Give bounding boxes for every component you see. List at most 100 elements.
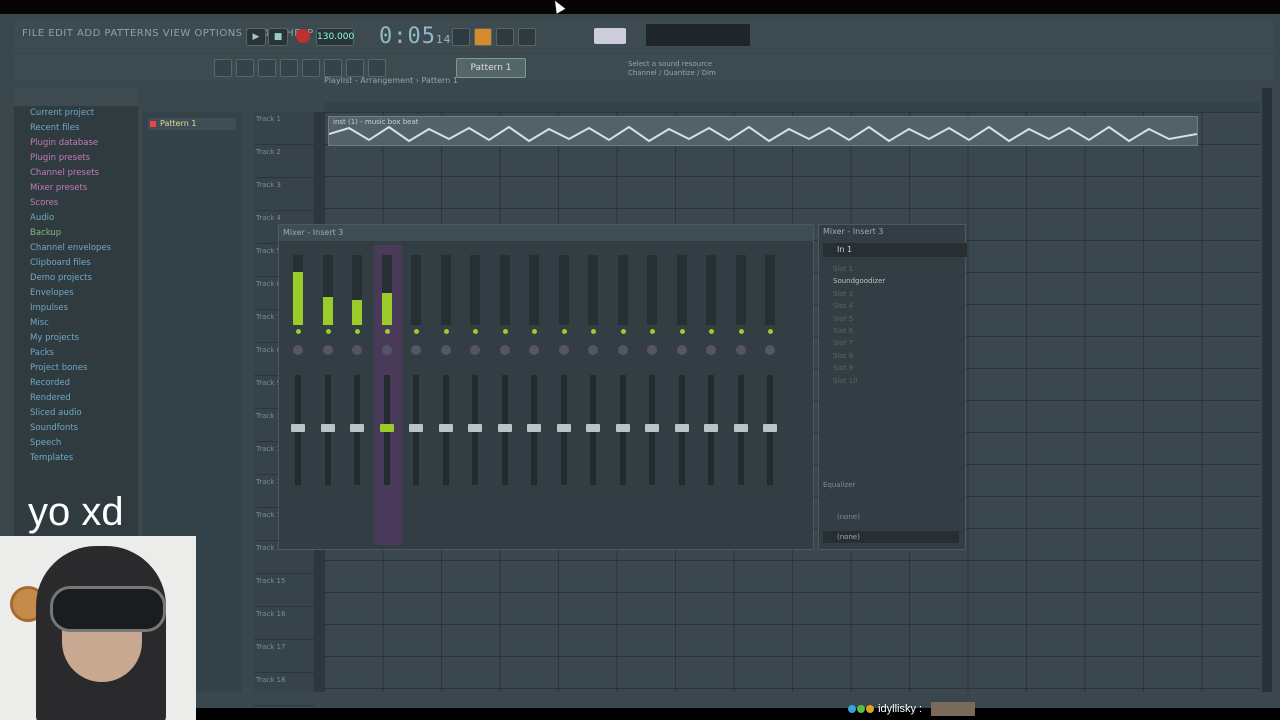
channel-rack-icon[interactable] <box>280 59 298 77</box>
effect-slot[interactable]: Slot 10 <box>823 375 959 387</box>
track-header[interactable]: Track 2 <box>254 145 314 178</box>
mixer-strip[interactable] <box>315 245 343 545</box>
strip-enable-led[interactable] <box>768 329 773 334</box>
pan-knob[interactable] <box>588 345 598 355</box>
record-button[interactable] <box>296 29 310 43</box>
mixer-strip[interactable] <box>551 245 579 545</box>
mixer-strip[interactable] <box>669 245 697 545</box>
plugin-picker-icon[interactable] <box>346 59 364 77</box>
channel-rack-pattern[interactable]: Pattern 1 <box>148 118 236 130</box>
effect-slot[interactable]: Slot 6 <box>823 325 959 337</box>
strip-enable-led[interactable] <box>650 329 655 334</box>
pan-knob[interactable] <box>411 345 421 355</box>
browser-item[interactable]: Rendered <box>14 391 138 406</box>
output-label[interactable]: (none) <box>837 513 860 521</box>
pan-knob[interactable] <box>470 345 480 355</box>
strip-enable-led[interactable] <box>473 329 478 334</box>
browser-item[interactable]: Channel envelopes <box>14 241 138 256</box>
strip-enable-led[interactable] <box>679 329 685 334</box>
browser-item[interactable]: Mixer presets <box>14 181 138 196</box>
volume-fader-knob[interactable] <box>674 424 689 432</box>
piano-roll-icon[interactable] <box>258 59 276 77</box>
track-header[interactable]: Track 17 <box>254 640 314 673</box>
effect-slot[interactable]: Soundgoodizer <box>823 275 959 287</box>
effect-slot[interactable]: Slot 1 <box>823 263 959 275</box>
track-header[interactable]: Track 18 <box>254 673 314 706</box>
track-header[interactable]: Track 3 <box>254 178 314 211</box>
mixer-strip[interactable] <box>344 245 372 545</box>
timeline-ruler[interactable] <box>324 102 1260 112</box>
pan-knob[interactable] <box>293 345 303 355</box>
pan-knob[interactable] <box>676 345 687 355</box>
effect-slot[interactable]: Slot 5 <box>823 313 959 325</box>
strip-enable-led[interactable] <box>296 329 301 334</box>
volume-fader-knob[interactable] <box>556 424 571 432</box>
pan-knob[interactable] <box>558 345 569 355</box>
pan-knob[interactable] <box>529 345 539 355</box>
browser-item[interactable]: My projects <box>14 331 138 346</box>
browser-item[interactable]: Audio <box>14 211 138 226</box>
browser-item[interactable]: Impulses <box>14 301 138 316</box>
track-header[interactable]: Track 15 <box>254 574 314 607</box>
effect-slot[interactable]: Slot 3 <box>823 288 959 300</box>
browser-item[interactable]: Project bones <box>14 361 138 376</box>
pan-knob[interactable] <box>499 345 510 355</box>
playlist-icon[interactable] <box>236 59 254 77</box>
browser-item[interactable]: Recent files <box>14 121 138 136</box>
input-selector[interactable]: In 1 <box>823 243 967 257</box>
snap-icon[interactable] <box>214 59 232 77</box>
effect-slot[interactable]: Slot 9 <box>823 362 959 374</box>
pan-knob[interactable] <box>706 345 716 355</box>
volume-fader-knob[interactable] <box>704 424 718 432</box>
strip-enable-led[interactable] <box>620 329 626 334</box>
pan-knob[interactable] <box>440 345 451 355</box>
volume-fader-knob[interactable] <box>586 424 600 432</box>
pan-knob[interactable] <box>322 345 333 355</box>
strip-enable-led[interactable] <box>325 329 331 334</box>
browser-item[interactable]: Plugin database <box>14 136 138 151</box>
pan-knob[interactable] <box>735 345 746 355</box>
strip-enable-led[interactable] <box>561 329 567 334</box>
browser-item[interactable]: Demo projects <box>14 271 138 286</box>
playlist-scrollbar[interactable] <box>1262 88 1272 692</box>
effect-slot[interactable]: Slot 7 <box>823 337 959 349</box>
strip-enable-led[interactable] <box>384 329 390 334</box>
mixer-strip[interactable] <box>580 245 608 545</box>
track-header[interactable]: Track 16 <box>254 607 314 640</box>
browser-item[interactable]: Envelopes <box>14 286 138 301</box>
track-header[interactable]: Track 1 <box>254 112 314 145</box>
mixer-strip[interactable] <box>521 245 549 545</box>
volume-fader-knob[interactable] <box>615 424 630 432</box>
mixer-strip[interactable] <box>403 245 431 545</box>
volume-fader-knob[interactable] <box>291 424 305 432</box>
browser-item[interactable]: Sliced audio <box>14 406 138 421</box>
effect-slot[interactable]: Slot 8 <box>823 350 959 362</box>
volume-fader-knob[interactable] <box>645 424 659 432</box>
volume-fader-knob[interactable] <box>763 424 777 432</box>
volume-fader-knob[interactable] <box>733 424 748 432</box>
pan-knob[interactable] <box>617 345 628 355</box>
strip-enable-led[interactable] <box>738 329 744 334</box>
volume-fader-knob[interactable] <box>409 424 423 432</box>
stop-button[interactable]: ■ <box>268 28 288 46</box>
browser-item[interactable]: Misc <box>14 316 138 331</box>
strip-enable-led[interactable] <box>355 329 360 334</box>
strip-enable-led[interactable] <box>591 329 596 334</box>
output-selector[interactable]: (none) <box>823 531 959 543</box>
browser-item[interactable]: Clipboard files <box>14 256 138 271</box>
mixer-strip[interactable] <box>492 245 520 545</box>
browser-item[interactable]: Templates <box>14 451 138 466</box>
mixer-strip[interactable] <box>698 245 726 545</box>
pattern-mode-icon[interactable] <box>452 28 470 46</box>
touch-controller-icon[interactable] <box>368 59 386 77</box>
pan-knob[interactable] <box>765 345 775 355</box>
browser-item[interactable]: Speech <box>14 436 138 451</box>
volume-fader-knob[interactable] <box>438 424 453 432</box>
strip-enable-led[interactable] <box>502 329 508 334</box>
mixer-strip[interactable] <box>610 245 638 545</box>
mixer-icon[interactable] <box>302 59 320 77</box>
volume-fader-knob[interactable] <box>379 424 394 432</box>
mixer-strip[interactable] <box>639 245 667 545</box>
mixer-strip[interactable] <box>285 245 313 545</box>
pan-knob[interactable] <box>381 345 392 355</box>
